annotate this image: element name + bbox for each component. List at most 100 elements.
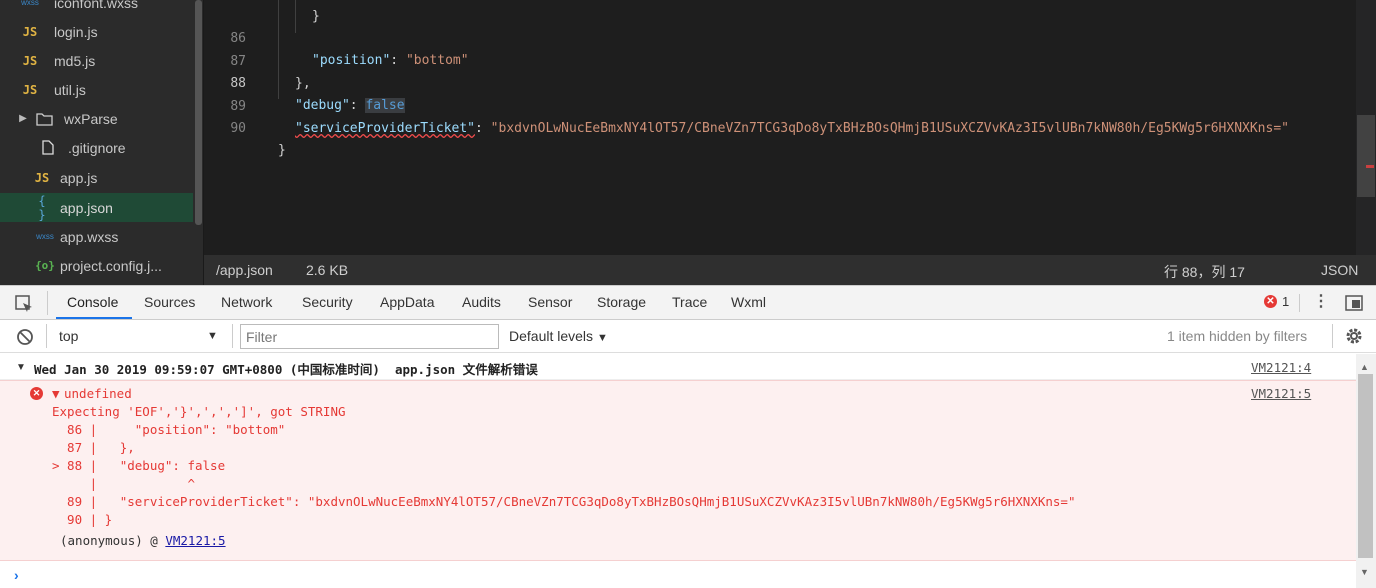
stack-function: (anonymous) @ (60, 533, 166, 548)
js-file-icon: JS (22, 82, 38, 97)
editor-status-bar: /app.json 2.6 KB 行 88，列 17 JSON (204, 255, 1376, 285)
error-line: 86 | "position": "bottom" (52, 422, 286, 437)
group-header-text: Wed Jan 30 2019 09:59:07 GMT+0800 (中国标准时… (34, 362, 538, 377)
tree-item-util-js[interactable]: JS util.js (0, 75, 193, 104)
scroll-down-icon[interactable]: ▼ (1360, 567, 1369, 577)
tree-item-project-config[interactable]: {o} project.config.j... (0, 251, 193, 280)
tab-wxml[interactable]: Wxml (731, 286, 766, 320)
code-editor[interactable]: } 86 "position": "bottom" 87 }, 88 "debu… (204, 0, 1376, 255)
editor-scrollbar-thumb[interactable] (1357, 115, 1375, 197)
tab-network[interactable]: Network (221, 286, 272, 320)
tree-item-login-js[interactable]: JS login.js (0, 17, 193, 46)
error-marker (1366, 165, 1374, 168)
error-icon[interactable]: ✕ (1264, 295, 1277, 308)
tree-item-label: wxParse (64, 110, 118, 127)
tree-item-label: project.config.j... (60, 257, 162, 274)
tab-console[interactable]: Console (67, 286, 118, 320)
tree-item-app-js[interactable]: JS app.js (0, 163, 193, 192)
code-line: 86 "position": "bottom" (204, 6, 1354, 68)
sidebar-scrollbar[interactable] (193, 0, 203, 285)
tree-item-label: app.json (60, 199, 113, 216)
dock-side-icon[interactable] (1345, 295, 1363, 311)
tab-audits[interactable]: Audits (462, 286, 501, 320)
code-line: 90 } (204, 96, 1354, 158)
console-group-header[interactable]: ▼ Wed Jan 30 2019 09:59:07 GMT+0800 (中国标… (0, 354, 1356, 380)
code-line: 87 }, (204, 29, 1354, 91)
tree-item-label: util.js (54, 81, 86, 98)
error-expand-arrow-icon[interactable]: ▼ (52, 385, 60, 403)
console-toolbar: top ▼ Default levels ▼ 1 item hidden by … (0, 320, 1376, 353)
console-scrollbar-thumb[interactable] (1358, 374, 1373, 558)
tab-appdata[interactable]: AppData (380, 286, 434, 320)
chevron-down-icon: ▼ (596, 332, 608, 344)
tab-trace[interactable]: Trace (672, 286, 707, 320)
tree-item-app-json[interactable]: { } app.json (0, 193, 193, 222)
json-key-error: "serviceProviderTicket" (295, 121, 476, 136)
active-tab-indicator (56, 317, 132, 319)
clear-console-icon[interactable] (16, 328, 34, 346)
tab-security[interactable]: Security (302, 286, 353, 320)
error-icon: ✕ (30, 387, 43, 400)
tree-item-wxparse-folder[interactable]: ▶ wxParse (0, 104, 193, 133)
tree-item-gitignore[interactable]: .gitignore (0, 133, 193, 162)
separator (1299, 294, 1300, 312)
inspect-element-icon[interactable] (14, 294, 34, 314)
error-line: 89 | "serviceProviderTicket": "bxdvnOLwN… (52, 494, 1076, 509)
sidebar-scrollbar-thumb[interactable] (195, 0, 202, 225)
source-link[interactable]: VM2121:4 (1251, 360, 1311, 375)
json-value: "bxdvnOLwNucEeBmxNY4lOT57/CBneVZn7TCG3qD… (490, 121, 1289, 136)
file-tree-sidebar: wxss iconfont.wxss JS login.js JS md5.js… (0, 0, 204, 285)
wxss-file-icon: wxss (36, 232, 54, 241)
context-selector[interactable]: top (55, 324, 225, 348)
file-icon (40, 140, 56, 155)
error-line: Expecting 'EOF','}',',',']', got STRING (52, 404, 346, 419)
prompt-chevron-icon: › (14, 567, 19, 583)
gear-icon[interactable] (1344, 326, 1364, 346)
error-line: | ^ (52, 476, 195, 491)
tab-sensor[interactable]: Sensor (528, 286, 572, 320)
hidden-items-note: 1 item hidden by filters (1167, 328, 1308, 344)
error-title[interactable]: undefined (64, 385, 132, 403)
cursor-position[interactable]: 行 88，列 17 (1164, 262, 1245, 282)
chevron-down-icon[interactable]: ▼ (207, 324, 218, 348)
js-file-icon: JS (22, 53, 38, 68)
stack-trace: (anonymous) @ VM2121:5 (60, 533, 226, 548)
separator (232, 324, 233, 348)
js-file-icon: JS (34, 170, 50, 185)
code-line-active: 88 "debug": false (204, 51, 1354, 113)
tab-storage[interactable]: Storage (597, 286, 646, 320)
tree-item-app-wxss[interactable]: wxss app.wxss (0, 222, 193, 251)
devtools-tab-bar: Console Sources Network Security AppData… (0, 285, 1376, 320)
collapse-arrow-icon[interactable]: ▼ (16, 362, 26, 373)
js-file-icon: JS (22, 24, 38, 39)
tree-item-label: .gitignore (68, 139, 126, 156)
config-file-icon: {o} (35, 259, 55, 272)
error-line: 87 | }, (52, 440, 135, 455)
tree-item-label: app.js (60, 169, 98, 186)
code-text: } (278, 143, 286, 158)
json-file-icon: { } (38, 193, 46, 222)
tree-item-md5-js[interactable]: JS md5.js (0, 46, 193, 75)
error-line: > 88 | "debug": false (52, 458, 226, 473)
scroll-up-icon[interactable]: ▲ (1360, 362, 1369, 372)
separator (47, 291, 48, 315)
error-line: 90 | } (52, 512, 113, 527)
wxss-file-icon: wxss (21, 0, 39, 7)
code-line: 89 "serviceProviderTicket": "bxdvnOLwNuc… (204, 74, 1354, 136)
tab-sources[interactable]: Sources (144, 286, 195, 320)
separator (46, 324, 47, 348)
console-prompt[interactable]: › (0, 561, 1356, 588)
source-link[interactable]: VM2121:5 (1251, 386, 1311, 401)
log-levels-label: Default levels (509, 328, 594, 344)
log-levels-dropdown[interactable]: Default levels ▼ (509, 324, 608, 350)
stack-source-link[interactable]: VM2121:5 (165, 533, 225, 548)
tree-item-iconfont-wxss[interactable]: wxss iconfont.wxss (0, 0, 193, 17)
console-error-message: ✕ ▼ undefined VM2121:5 Expecting 'EOF','… (0, 380, 1356, 561)
error-count[interactable]: 1 (1282, 294, 1289, 309)
separator (1332, 324, 1333, 348)
more-options-icon[interactable]: ⋮ (1313, 292, 1329, 314)
console-output: ▼ Wed Jan 30 2019 09:59:07 GMT+0800 (中国标… (0, 354, 1376, 588)
filter-input[interactable] (240, 324, 499, 349)
language-mode[interactable]: JSON (1321, 262, 1358, 278)
expand-arrow-icon[interactable]: ▶ (18, 113, 28, 124)
